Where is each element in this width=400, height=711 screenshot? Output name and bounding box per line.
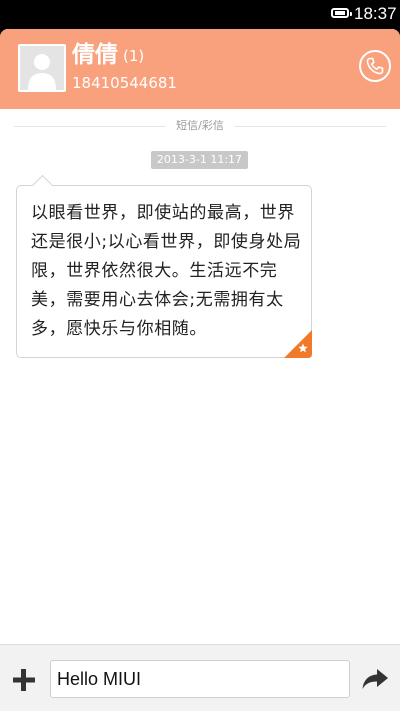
message-input[interactable]: Hello MIUI xyxy=(50,660,350,698)
composer-bar: Hello MIUI xyxy=(0,644,400,711)
status-time: 18:37 xyxy=(354,4,397,23)
plus-icon[interactable] xyxy=(10,666,38,694)
divider-line-right xyxy=(234,126,386,127)
contact-header: 倩倩 (1) 18410544681 xyxy=(0,29,400,109)
status-bar: 18:37 xyxy=(0,0,400,29)
default-contact-avatar-icon[interactable] xyxy=(18,44,66,92)
unread-count: (1) xyxy=(123,47,145,65)
send-arrow-icon[interactable] xyxy=(361,667,389,691)
message-timestamp: 2013-3-1 11:17 xyxy=(151,151,248,169)
bubble-tail xyxy=(31,174,54,197)
channel-label: 短信/彩信 xyxy=(176,119,224,132)
contact-name[interactable]: 倩倩 xyxy=(72,41,118,69)
contact-phone-number: 18410544681 xyxy=(72,74,177,92)
message-bubble[interactable]: 以眼看世界，即使站的最高，世界还是很小;以心看世界，即使身处局限，世界依然很大。… xyxy=(16,174,312,358)
star-icon xyxy=(284,330,312,358)
divider-line-left xyxy=(14,126,166,127)
battery-full-icon xyxy=(331,8,352,18)
call-button[interactable] xyxy=(359,50,391,82)
phone-icon xyxy=(366,57,384,75)
message-text: 以眼看世界，即使站的最高，世界还是很小;以心看世界，即使身处局限，世界依然很大。… xyxy=(31,203,302,339)
conversation-screen: 倩倩 (1) 18410544681 短信/彩信 2013-3-1 11:17 … xyxy=(0,29,400,711)
